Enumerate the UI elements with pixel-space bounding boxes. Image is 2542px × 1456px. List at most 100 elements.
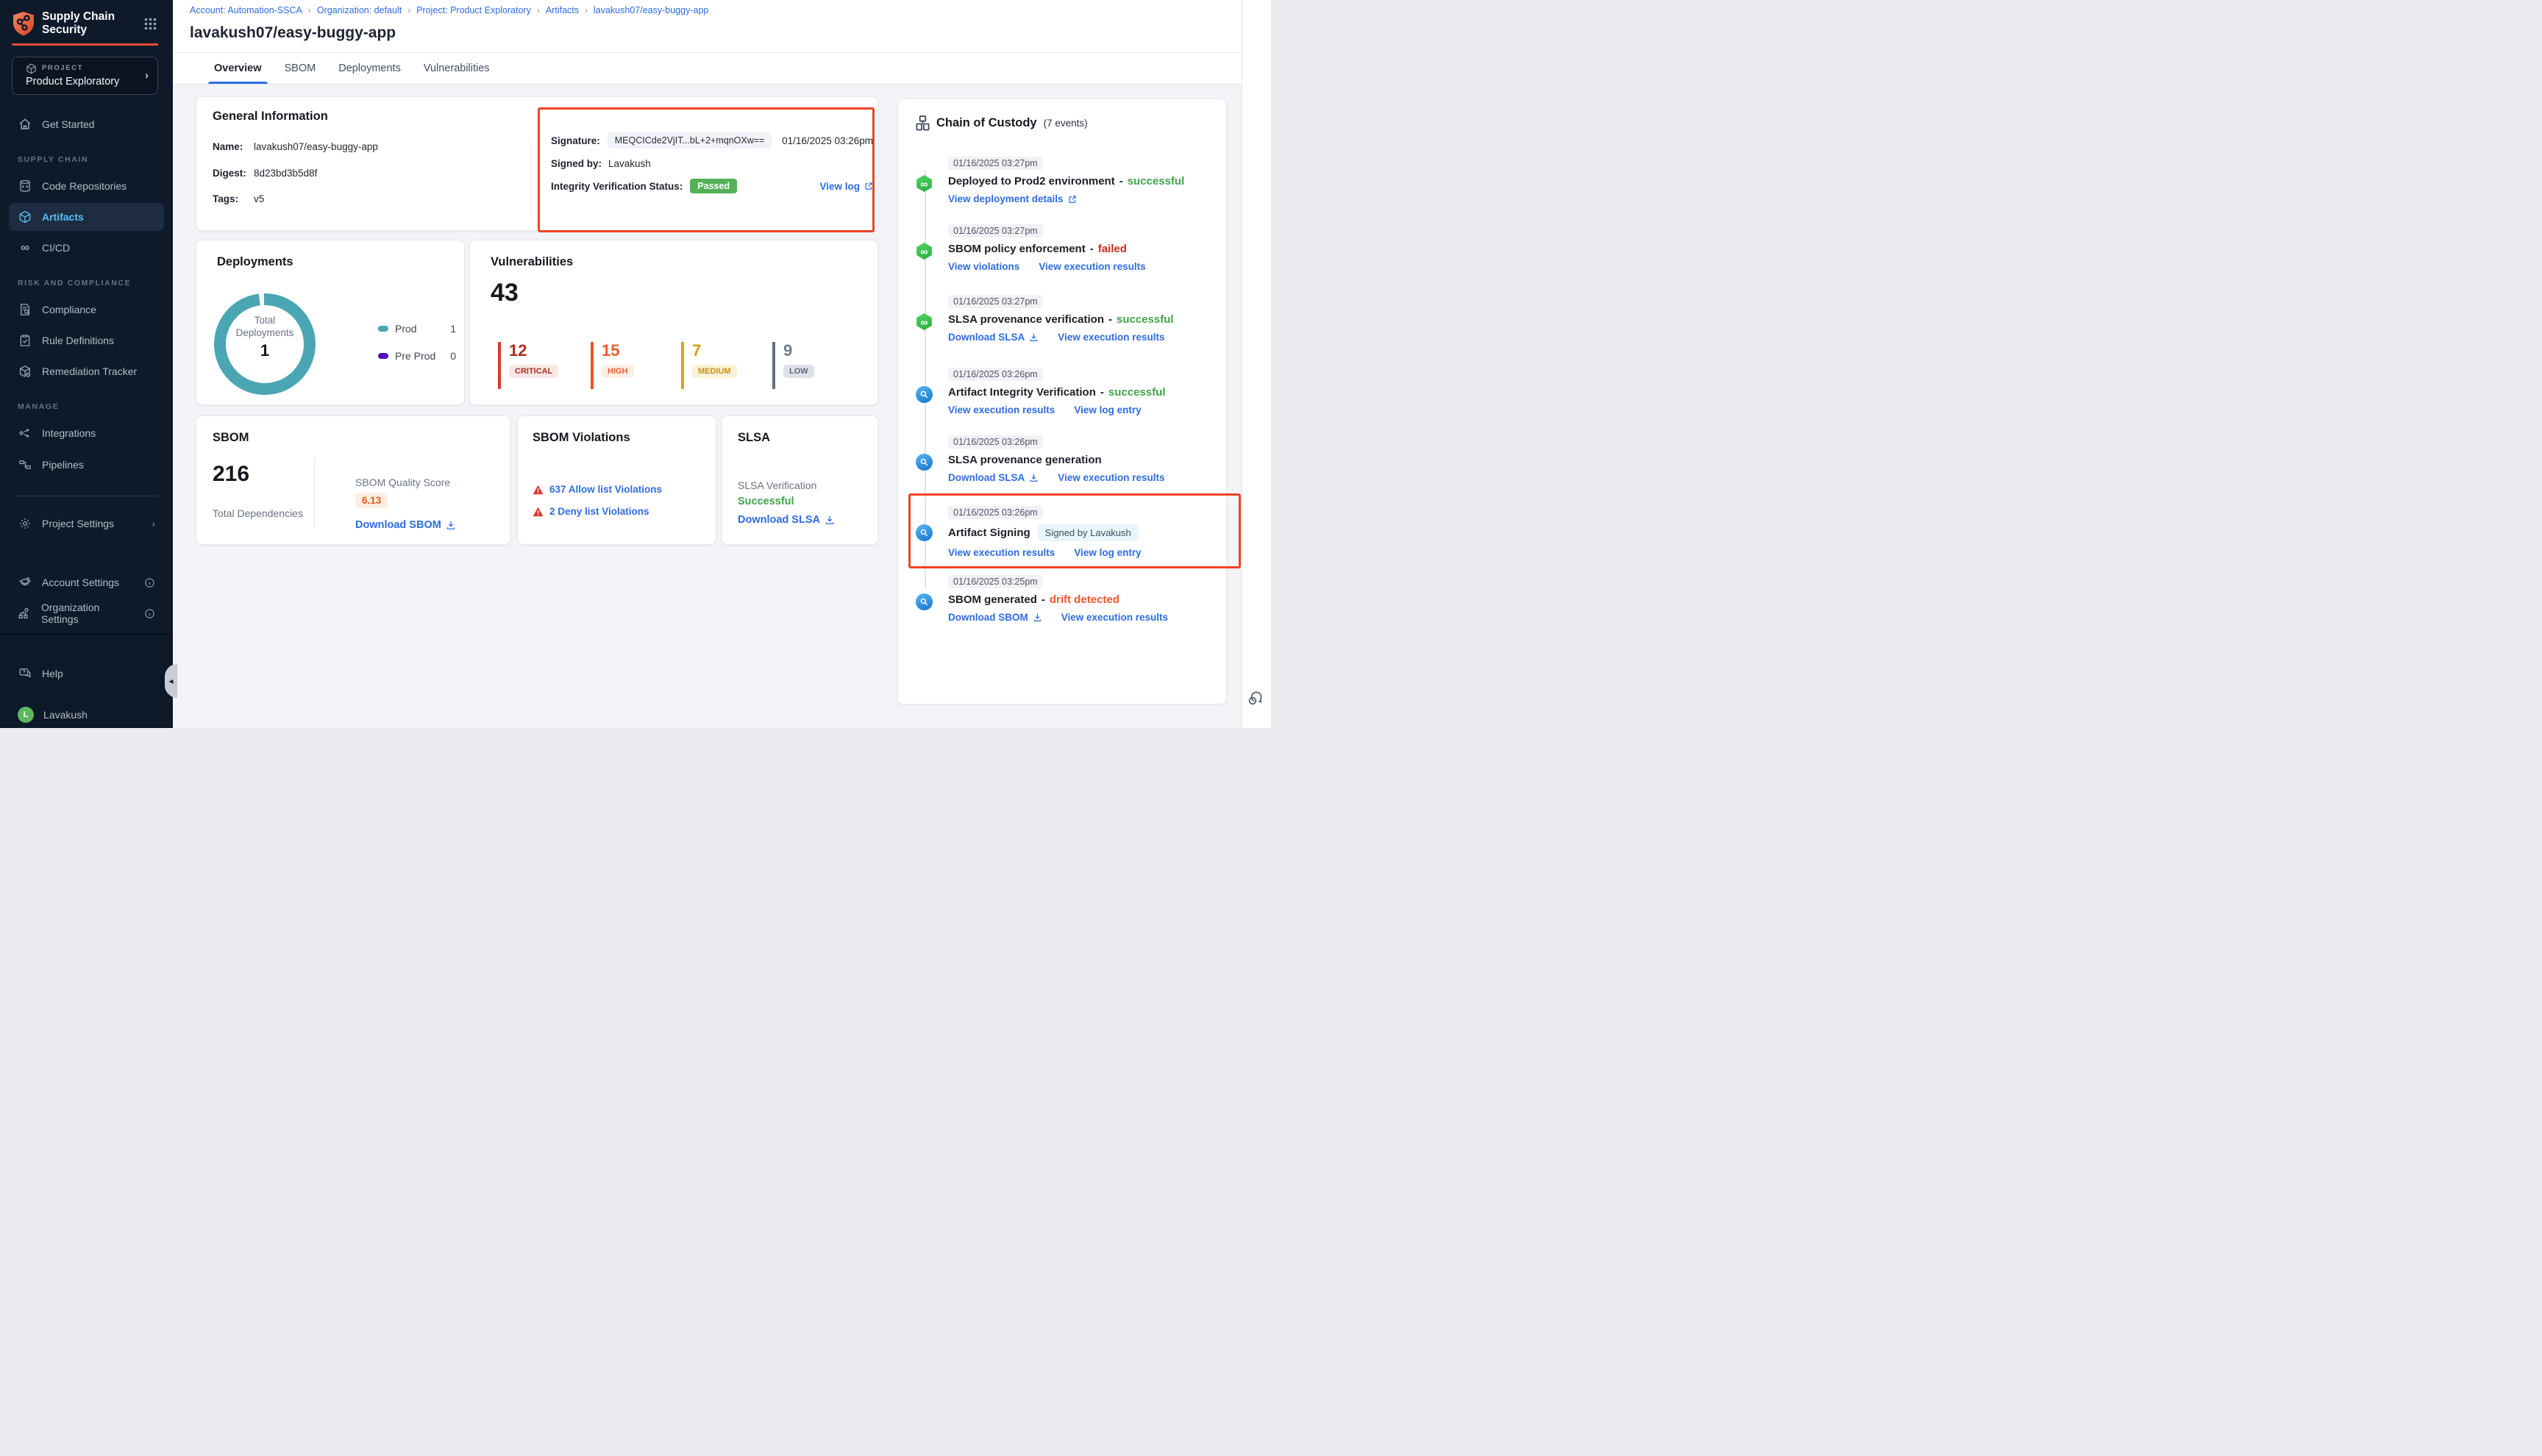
support-chat-icon[interactable]	[1247, 688, 1266, 707]
org-gear-icon	[18, 607, 32, 620]
breadcrumb-account[interactable]: Account: Automation-SSCA	[190, 5, 302, 15]
view-log-entry-link[interactable]: View log entry	[1074, 404, 1141, 415]
vertical-divider	[530, 140, 531, 219]
sidebar-item-label: Project Settings	[42, 518, 114, 529]
download-slsa-link[interactable]: Download SLSA	[948, 332, 1039, 343]
view-log-entry-link[interactable]: View log entry	[1074, 547, 1141, 558]
breadcrumb-current[interactable]: lavakush07/easy-buggy-app	[594, 5, 708, 15]
sidebar-item-artifacts[interactable]: Artifacts	[9, 203, 164, 231]
user-menu[interactable]: L Lavakush	[9, 701, 164, 728]
digest-row: Digest: 8d23bd3b5d8f	[213, 168, 317, 179]
remediation-box-icon	[18, 365, 32, 378]
download-sbom-link[interactable]: Download SBOM	[948, 612, 1042, 623]
card-title: Vulnerabilities	[491, 255, 573, 269]
slsa-card: SLSA SLSA Verification Successful Downlo…	[722, 415, 878, 545]
event-title: Artifact Signing	[948, 527, 1030, 539]
coc-event-deployed: ∞ 01/16/2025 03:27pm Deployed to Prod2 e…	[916, 157, 1217, 204]
view-execution-results-link[interactable]: View execution results	[1058, 472, 1164, 483]
breadcrumb-separator: ›	[537, 5, 540, 15]
deny-list-violations-link[interactable]: 2 Deny list Violations	[549, 506, 649, 517]
pre-prod-count: 0	[450, 350, 456, 362]
tab-overview[interactable]: Overview	[212, 53, 264, 84]
sbom-violations-card: SBOM Violations 637 Allow list Violation…	[517, 415, 716, 545]
app: Supply Chain Security PROJECT Product Ex…	[0, 0, 1271, 728]
warning-icon	[533, 507, 544, 517]
info-icon	[144, 608, 155, 619]
sidebar-item-get-started[interactable]: Get Started	[9, 110, 164, 138]
tags-row: Tags: v5	[213, 193, 264, 204]
download-sbom-link[interactable]: Download SBOM	[355, 519, 456, 531]
tab-sbom[interactable]: SBOM	[282, 53, 318, 84]
user-name: Lavakush	[43, 709, 88, 721]
scan-icon	[916, 386, 933, 403]
tab-deployments[interactable]: Deployments	[336, 53, 403, 84]
event-timestamp: 01/16/2025 03:26pm	[948, 368, 1043, 381]
view-violations-link[interactable]: View violations	[948, 261, 1019, 272]
tab-vulnerabilities[interactable]: Vulnerabilities	[421, 53, 492, 84]
code-repo-icon	[18, 179, 32, 193]
event-timestamp: 01/16/2025 03:25pm	[948, 575, 1043, 588]
event-timestamp: 01/16/2025 03:27pm	[948, 157, 1043, 170]
sidebar-item-help[interactable]: Help	[9, 660, 164, 688]
download-slsa-link[interactable]: Download SLSA	[948, 472, 1039, 483]
breadcrumb-separator: ›	[585, 5, 588, 15]
chevron-right-icon: ›	[145, 69, 149, 82]
sidebar-item-project-settings[interactable]: Project Settings ›	[9, 510, 164, 538]
breadcrumb-organization[interactable]: Organization: default	[317, 5, 402, 15]
sidebar-item-label: Help	[42, 668, 63, 679]
event-timestamp: 01/16/2025 03:26pm	[948, 435, 1043, 449]
home-icon	[18, 118, 32, 131]
sidebar-footer: Help L Lavakush	[0, 634, 173, 728]
view-execution-results-link[interactable]: View execution results	[948, 547, 1055, 558]
coc-event-slsa-verification: ∞ 01/16/2025 03:27pm SLSA provenance ver…	[916, 295, 1217, 343]
sidebar-item-remediation-tracker[interactable]: Remediation Tracker	[9, 357, 164, 385]
event-timestamp: 01/16/2025 03:27pm	[948, 224, 1043, 238]
event-status: failed	[1098, 243, 1127, 255]
sidebar-collapse-handle[interactable]: ◀	[165, 664, 177, 698]
card-title: SBOM	[213, 431, 249, 445]
sidebar-item-compliance[interactable]: Compliance	[9, 296, 164, 324]
sidebar-item-cicd[interactable]: ∞ CI/CD	[9, 234, 164, 262]
sidebar-item-integrations[interactable]: Integrations	[9, 419, 164, 447]
pre-prod-bullet	[378, 353, 388, 359]
view-deployment-details-link[interactable]: View deployment details	[948, 193, 1077, 204]
event-status: successful	[1117, 313, 1174, 326]
breadcrumb-artifacts[interactable]: Artifacts	[546, 5, 579, 15]
signature-section: Signature: MEQCICde2VjIT...bL+2+mqnOXw==…	[551, 132, 873, 193]
sidebar-item-label: Pipelines	[42, 459, 84, 471]
sidebar-item-pipelines[interactable]: Pipelines	[9, 451, 164, 479]
project-selector[interactable]: PROJECT Product Exploratory ›	[12, 57, 158, 95]
pipeline-icon: ∞	[916, 243, 933, 260]
severity-critical: 12 CRITICAL	[498, 342, 591, 389]
brand-accent-rule	[12, 43, 158, 46]
sidebar-item-label: CI/CD	[42, 242, 70, 254]
download-slsa-link[interactable]: Download SLSA	[738, 514, 835, 526]
donut-center-label: Total Deployments	[233, 314, 296, 339]
scan-icon	[916, 593, 933, 610]
sidebar-item-label: Account Settings	[42, 577, 119, 588]
view-execution-results-link[interactable]: View execution results	[1061, 612, 1168, 623]
breadcrumb-project[interactable]: Project: Product Exploratory	[416, 5, 531, 15]
sidebar-item-organization-settings[interactable]: Organization Settings	[9, 599, 164, 627]
allow-list-violations-link[interactable]: 637 Allow list Violations	[549, 484, 662, 495]
warning-icon	[533, 485, 544, 495]
event-title: Deployed to Prod2 environment	[948, 175, 1115, 188]
signature-value: MEQCICde2VjIT...bL+2+mqnOXw==	[608, 132, 772, 149]
view-execution-results-link[interactable]: View execution results	[1039, 261, 1145, 272]
deployments-donut-chart: Total Deployments 1	[213, 290, 316, 398]
view-execution-results-link[interactable]: View execution results	[948, 404, 1055, 415]
event-timestamp: 01/16/2025 03:27pm	[948, 295, 1043, 308]
view-log-link[interactable]: View log	[819, 181, 873, 192]
section-supply-chain: SUPPLY CHAIN	[18, 155, 88, 164]
deployments-legend: Prod 1 Pre Prod 0	[378, 323, 456, 377]
sidebar-item-rule-definitions[interactable]: Rule Definitions	[9, 326, 164, 354]
total-dependencies-value: 216	[213, 462, 249, 487]
section-risk-compliance: RISK AND COMPLIANCE	[18, 279, 131, 288]
sidebar-item-account-settings[interactable]: Account Settings	[9, 568, 164, 596]
artifact-tags: v5	[254, 193, 264, 204]
app-grid-icon[interactable]	[144, 18, 157, 30]
sidebar-item-code-repositories[interactable]: Code Repositories	[9, 172, 164, 200]
project-kicker: PROJECT	[42, 64, 83, 72]
coc-event-artifact-signing: 01/16/2025 03:26pm Artifact Signing Sign…	[916, 506, 1217, 558]
view-execution-results-link[interactable]: View execution results	[1058, 332, 1164, 343]
